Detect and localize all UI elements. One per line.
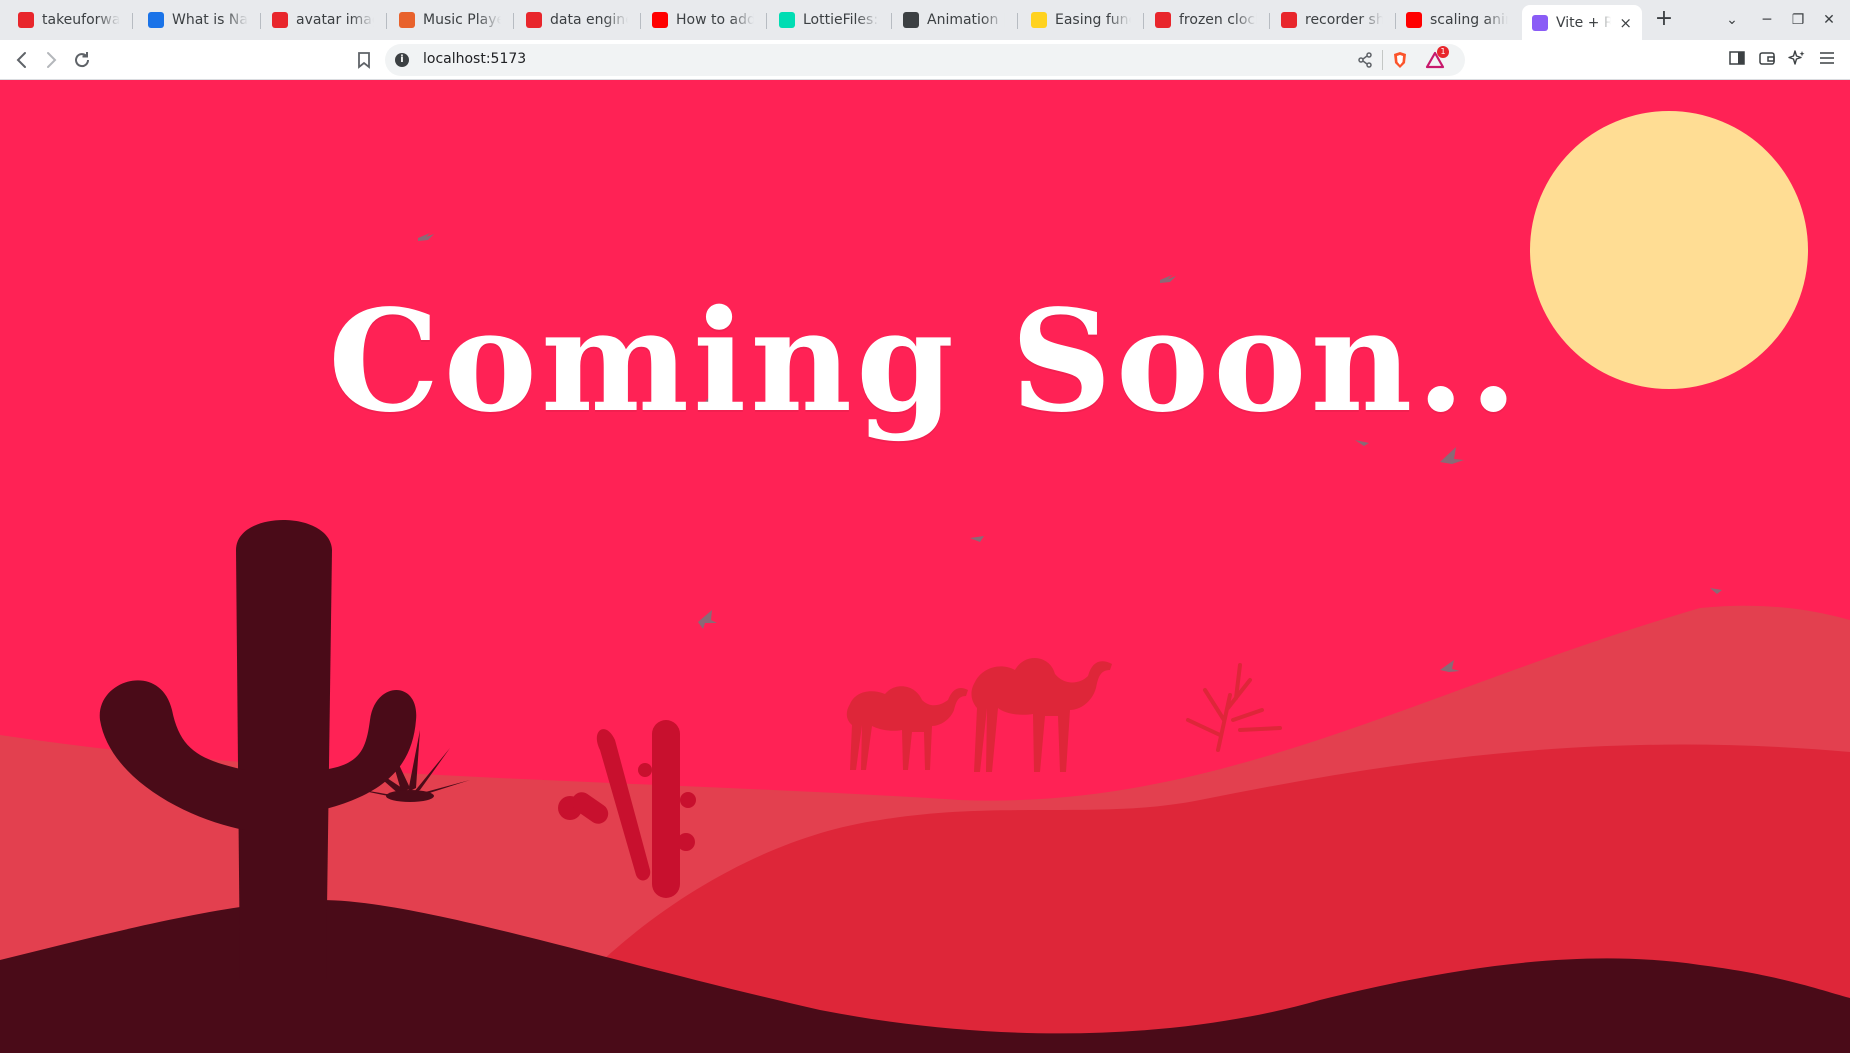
tab-search-icon[interactable]: ⌄ xyxy=(1720,8,1744,32)
tab-13[interactable]: Vite + R × xyxy=(1522,5,1642,40)
forward-icon[interactable] xyxy=(39,48,63,72)
sidebar-icon[interactable] xyxy=(1725,48,1749,72)
new-tab-button[interactable]: + xyxy=(1652,7,1676,33)
tab-separator xyxy=(386,13,387,29)
youtube-icon xyxy=(652,12,668,28)
page-viewport: Coming Soon.. xyxy=(0,80,1850,1053)
tab-3[interactable]: avatar imag xyxy=(262,6,384,34)
small-cactus-bump xyxy=(638,763,652,777)
tab-title: LottieFiles: xyxy=(803,12,879,28)
close-window-icon[interactable]: ✕ xyxy=(1817,8,1841,32)
lottie-icon xyxy=(779,12,795,28)
tab-9[interactable]: Easing func xyxy=(1021,6,1141,34)
browser-chrome: takeuforwa What is Nat avatar imag Music Pl… xyxy=(0,0,1850,80)
coming-soon-heading: Coming Soon.. xyxy=(328,280,1522,444)
tab-separator xyxy=(766,13,767,29)
tab-11[interactable]: recorder sh xyxy=(1271,6,1393,34)
restore-icon[interactable]: ❐ xyxy=(1786,8,1810,32)
site-info-icon[interactable]: i xyxy=(395,53,409,67)
tab-strip: takeuforwa What is Nat avatar imag Music Pl… xyxy=(0,0,1850,40)
back-icon[interactable] xyxy=(10,48,34,72)
tab-5[interactable]: data engine xyxy=(516,6,638,34)
tab-2[interactable]: What is Nat xyxy=(138,6,258,34)
tab-title: avatar imag xyxy=(296,12,374,28)
tab-1[interactable]: takeuforwa xyxy=(8,6,130,34)
brave-shields-icon[interactable] xyxy=(1390,50,1410,70)
tab-title: recorder sh xyxy=(1305,12,1383,28)
openai-icon xyxy=(903,12,919,28)
menu-icon[interactable] xyxy=(1815,48,1839,72)
big-cactus-trunk xyxy=(236,520,332,980)
small-cactus-trunk xyxy=(652,720,680,898)
tab-title: scaling anim xyxy=(1430,12,1508,28)
tab-8[interactable]: Animation | xyxy=(893,6,1015,34)
shield-icon xyxy=(1281,12,1297,28)
asterisk-icon xyxy=(399,12,415,28)
tab-title: What is Nat xyxy=(172,12,248,28)
tab-separator xyxy=(1017,13,1018,29)
tab-separator xyxy=(513,13,514,29)
bookmark-icon[interactable] xyxy=(352,48,376,72)
wallet-icon[interactable] xyxy=(1755,48,1779,72)
tab-title: frozen clock xyxy=(1179,12,1257,28)
omnibox-divider xyxy=(1382,50,1383,70)
address-bar[interactable]: i localhost:5173 1 xyxy=(385,44,1465,76)
close-tab-icon[interactable]: × xyxy=(1619,14,1632,32)
tab-title: Music Playe xyxy=(423,12,501,28)
tab-title: data engine xyxy=(550,12,628,28)
tab-separator xyxy=(1269,13,1270,29)
tab-title: Animation | xyxy=(927,12,1005,28)
tab-title: takeuforwa xyxy=(42,12,120,28)
tab-title: How to add xyxy=(676,12,754,28)
url-text[interactable]: localhost:5173 xyxy=(423,51,526,67)
shield-icon xyxy=(1155,12,1171,28)
vite-icon xyxy=(1532,14,1548,31)
desert-scene xyxy=(0,80,1850,1053)
small-cactus-bump xyxy=(677,833,695,851)
shield-icon xyxy=(526,12,542,28)
leo-ai-icon[interactable] xyxy=(1785,48,1809,72)
tab-title: Easing func xyxy=(1055,12,1131,28)
tuf-icon xyxy=(18,12,34,28)
toolbar: i localhost:5173 1 xyxy=(0,40,1850,80)
tab-separator xyxy=(891,13,892,29)
youtube-icon xyxy=(1406,12,1422,28)
tab-separator xyxy=(132,13,133,29)
tab-12[interactable]: scaling anim xyxy=(1396,6,1518,34)
chart-trend-icon xyxy=(148,12,164,28)
tab-separator xyxy=(260,13,261,29)
shield-icon xyxy=(272,12,288,28)
spiky-base xyxy=(386,790,434,802)
small-cactus-bump xyxy=(680,792,696,808)
reload-icon[interactable] xyxy=(70,48,94,72)
easing-icon xyxy=(1031,12,1047,28)
tab-title: Vite + R xyxy=(1556,14,1612,31)
notification-badge: 1 xyxy=(1437,46,1449,58)
tab-10[interactable]: frozen clock xyxy=(1145,6,1267,34)
tab-6[interactable]: How to add xyxy=(642,6,764,34)
tab-separator xyxy=(1143,13,1144,29)
tab-7[interactable]: LottieFiles: xyxy=(769,6,889,34)
tab-separator xyxy=(640,13,641,29)
tab-4[interactable]: Music Playe xyxy=(389,6,511,34)
minimize-icon[interactable]: ─ xyxy=(1755,8,1779,32)
share-icon[interactable] xyxy=(1355,50,1375,70)
